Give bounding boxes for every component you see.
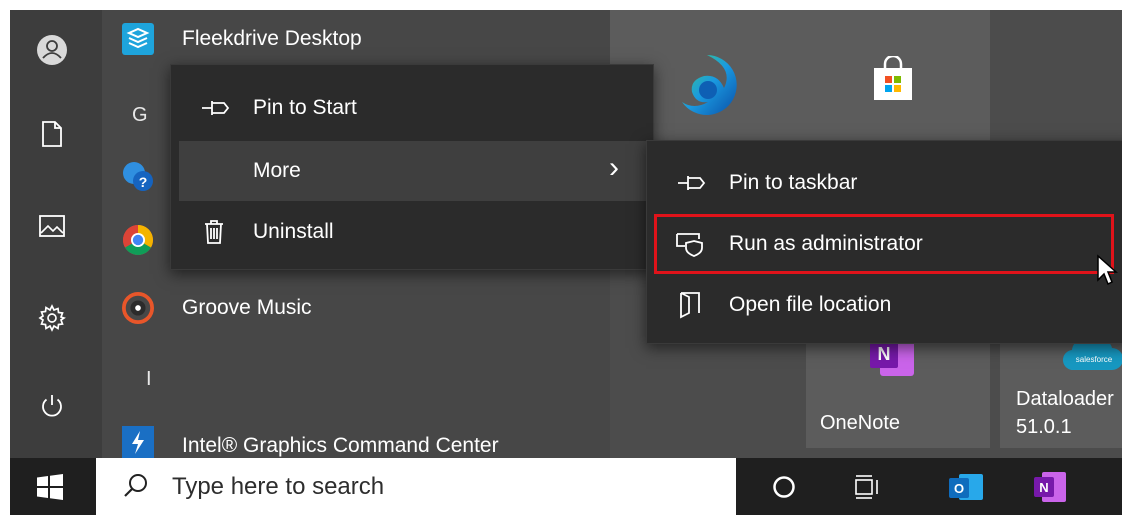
pin-to-start-menu-item[interactable]: Pin to Start xyxy=(171,78,653,138)
more-submenu: Pin to taskbar Run as administrator Open… xyxy=(646,140,1122,344)
tile-label: OneNote xyxy=(820,412,901,434)
app-label: Fleekdrive Desktop xyxy=(182,27,362,50)
menu-item-label: Run as administrator xyxy=(729,232,923,255)
app-item-intel-graphics[interactable]: Intel® Graphics Command Center xyxy=(102,414,610,458)
pictures-button[interactable] xyxy=(34,208,70,244)
settings-button[interactable] xyxy=(34,300,70,336)
uninstall-menu-item[interactable]: Uninstall xyxy=(171,202,653,262)
letter-header-i[interactable]: I xyxy=(146,368,152,391)
pin-icon xyxy=(675,166,709,200)
groove-music-icon xyxy=(122,292,154,324)
onenote-icon: N xyxy=(1034,471,1066,502)
tile-label: 51.0.1 xyxy=(1016,416,1072,438)
salesforce-logo-text: salesforce xyxy=(1076,355,1113,364)
menu-item-label: Open file location xyxy=(729,293,892,316)
run-as-administrator-menu-item[interactable]: Run as administrator xyxy=(654,214,1114,274)
folder-open-icon xyxy=(673,288,707,322)
shield-icon xyxy=(673,227,707,261)
svg-text:N: N xyxy=(878,344,891,364)
open-file-location-menu-item[interactable]: Open file location xyxy=(647,275,1122,335)
app-item-groove-music[interactable]: Groove Music xyxy=(102,278,610,338)
svg-text:N: N xyxy=(1039,480,1048,495)
menu-item-label: Pin to Start xyxy=(253,96,357,119)
tile-microsoft-store[interactable] xyxy=(806,10,990,152)
documents-button[interactable] xyxy=(34,116,70,152)
svg-text:?: ? xyxy=(139,174,148,190)
pin-icon xyxy=(199,91,233,125)
app-context-menu: Pin to Start More › Uninstall xyxy=(170,64,654,270)
search-icon xyxy=(124,474,147,497)
svg-text:O: O xyxy=(954,481,964,496)
onenote-taskbar-button[interactable]: N xyxy=(1022,458,1078,515)
picture-icon xyxy=(39,215,65,237)
menu-item-label: Uninstall xyxy=(253,220,334,243)
power-icon xyxy=(42,395,62,417)
more-menu-item[interactable]: More › xyxy=(179,141,653,201)
document-icon xyxy=(42,121,62,147)
task-view-button[interactable] xyxy=(840,458,896,515)
menu-item-label: More xyxy=(253,159,301,182)
trash-icon xyxy=(197,215,231,249)
chrome-icon xyxy=(122,225,154,256)
microsoft-store-icon xyxy=(874,56,912,100)
outlook-icon: O xyxy=(949,473,983,500)
intel-graphics-icon xyxy=(122,426,154,458)
start-menu: Fleekdrive Desktop G ? Groove Music I In… xyxy=(10,10,1122,458)
user-account-button[interactable] xyxy=(34,32,70,68)
windows-logo-icon xyxy=(37,473,63,500)
app-label: Intel® Graphics Command Center xyxy=(182,434,499,457)
search-box[interactable] xyxy=(96,458,736,515)
start-left-rail xyxy=(10,10,102,458)
letter-header-g[interactable]: G xyxy=(132,104,148,127)
mouse-cursor-icon xyxy=(1097,254,1118,286)
power-button[interactable] xyxy=(34,388,70,424)
start-button[interactable] xyxy=(22,458,78,515)
fleekdrive-icon xyxy=(122,23,154,55)
cortana-button[interactable] xyxy=(756,458,812,515)
app-item-fleekdrive[interactable]: Fleekdrive Desktop xyxy=(102,10,610,70)
edge-icon xyxy=(682,55,737,115)
taskbar: O N xyxy=(10,458,1122,515)
task-view-icon xyxy=(855,474,878,499)
user-icon xyxy=(37,35,67,65)
cortana-icon xyxy=(773,475,795,498)
search-input[interactable] xyxy=(172,458,712,515)
chevron-right-icon: › xyxy=(609,151,619,184)
get-help-icon: ? xyxy=(123,162,153,191)
pin-to-taskbar-menu-item[interactable]: Pin to taskbar xyxy=(647,153,1122,213)
gear-icon xyxy=(38,304,66,332)
tile-label: Dataloader xyxy=(1016,388,1114,410)
outlook-taskbar-button[interactable]: O xyxy=(938,458,994,515)
menu-item-label: Pin to taskbar xyxy=(729,171,858,194)
app-label: Groove Music xyxy=(182,296,312,319)
